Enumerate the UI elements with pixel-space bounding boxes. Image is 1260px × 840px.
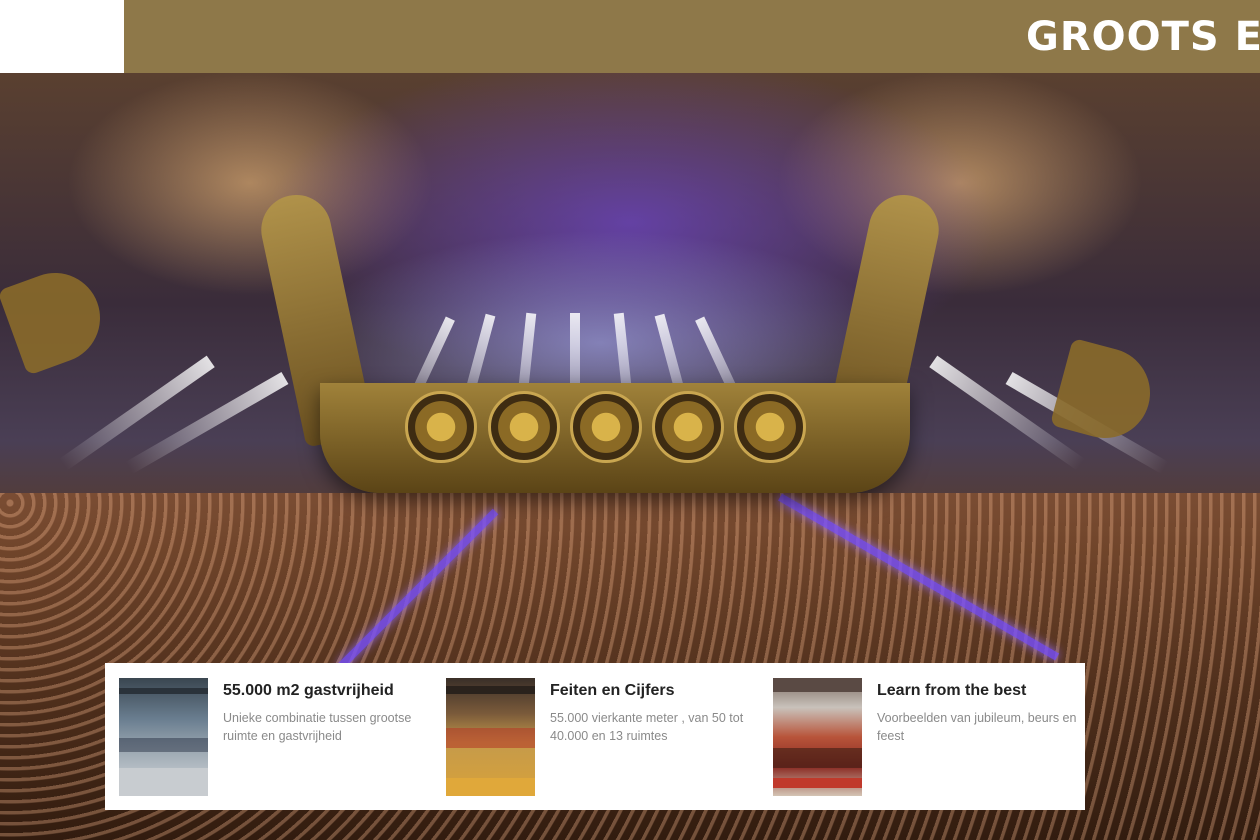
feature-item[interactable]: 55.000 m2 gastvrijheid Unieke combinatie… xyxy=(119,678,419,796)
light-beam xyxy=(59,355,215,471)
feature-description: 55.000 vierkante meter , van 50 tot 40.0… xyxy=(550,711,744,743)
feature-card: 55.000 m2 gastvrijheid Unieke combinatie… xyxy=(105,663,1085,810)
light-beam xyxy=(125,371,289,475)
header-title: GROOTS EN xyxy=(1026,14,1260,60)
feature-thumbnail[interactable] xyxy=(446,678,535,796)
feature-title[interactable]: Feiten en Cijfers xyxy=(550,682,674,700)
feature-thumbnail[interactable] xyxy=(773,678,862,796)
feature-description: Voorbeelden van jubileum, beurs en feest xyxy=(877,711,1077,743)
axe-decoration xyxy=(1049,337,1161,449)
axe-decoration xyxy=(0,260,113,376)
feature-thumbnail[interactable] xyxy=(119,678,208,796)
feature-title[interactable]: Learn from the best xyxy=(877,682,1026,700)
feature-description: Unieke combinatie tussen grootse ruimte … xyxy=(223,711,412,743)
shield-decoration xyxy=(570,391,642,463)
logo[interactable] xyxy=(0,0,124,73)
shield-decoration xyxy=(488,391,560,463)
feature-item[interactable]: Learn from the best Voorbeelden van jubi… xyxy=(773,678,1076,796)
site-header: GROOTS EN xyxy=(0,0,1260,73)
feature-item[interactable]: Feiten en Cijfers 55.000 vierkante meter… xyxy=(446,678,746,796)
feature-title[interactable]: 55.000 m2 gastvrijheid xyxy=(223,682,394,700)
shield-decoration xyxy=(734,391,806,463)
shield-decoration xyxy=(405,391,477,463)
shield-decoration xyxy=(652,391,724,463)
